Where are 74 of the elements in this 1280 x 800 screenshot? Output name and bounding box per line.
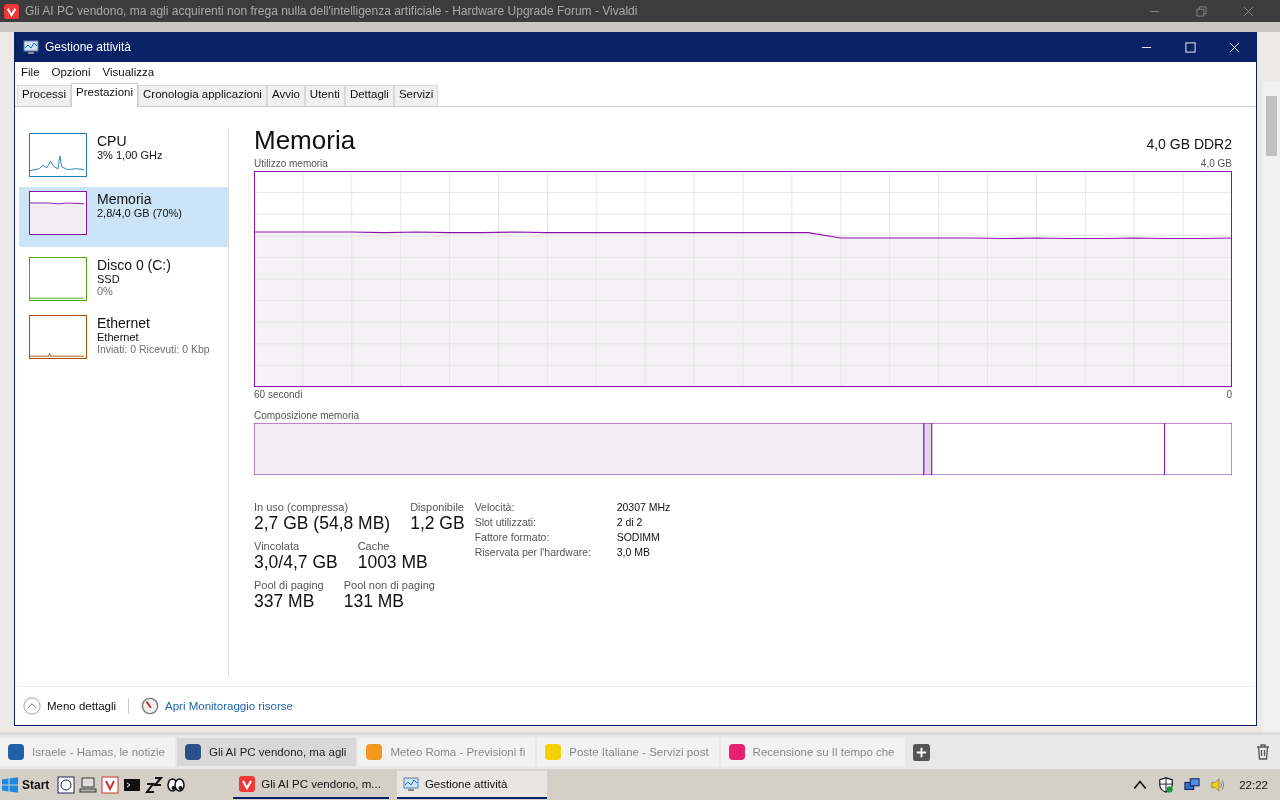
- resource-detail: Ethernet: [97, 331, 140, 343]
- stat-value: 2,7 GB (54,8 MB): [254, 513, 391, 534]
- resource-detail: Inviati: 0 Ricevuti: 0 Kbp: [97, 343, 210, 355]
- resource-name: CPU: [97, 133, 128, 149]
- stat-value: 3,0/4,7 GB: [254, 552, 338, 573]
- browser-logo-icon: [239, 775, 256, 792]
- stat-value: 131 MB: [343, 591, 406, 612]
- resource-monitor-link[interactable]: Apri Monitoraggio risorse: [165, 700, 293, 712]
- detail-label: Riservata per l'hardware:: [474, 546, 593, 558]
- stat-label: Disponibile: [410, 501, 465, 513]
- axis-label: 60 secondi: [254, 389, 303, 400]
- detail-label: Fattore formato:: [474, 531, 551, 543]
- resource-detail: 3% 1,00 GHz: [97, 149, 163, 161]
- browser-icon[interactable]: [101, 775, 120, 794]
- monitor-icon: [402, 775, 419, 792]
- detail-value: 3,0 MB: [616, 546, 651, 558]
- computer-icon[interactable]: [79, 775, 98, 794]
- memory-spec: 4,0 GB DDR2: [1146, 136, 1232, 154]
- stat-label: Pool non di paging: [343, 579, 435, 591]
- detail-label: Slot utilizzati:: [474, 516, 537, 528]
- resource-item[interactable]: Ethernet Ethernet Inviati: 0 Ricevuti: 0 Kbp: [19, 311, 228, 363]
- resource-item[interactable]: Memoria 2,8/4,0 GB (70%): [19, 187, 228, 247]
- browser-logo-icon: [4, 3, 19, 19]
- resource-detail: 0%: [97, 285, 114, 297]
- stat-label: In uso (compressa): [254, 501, 350, 513]
- shield-icon[interactable]: [1158, 776, 1175, 793]
- menu-item[interactable]: File: [21, 66, 40, 78]
- detail-value: SODIMM: [616, 531, 661, 543]
- tab[interactable]: Processi: [17, 85, 72, 106]
- sleep-icon[interactable]: [145, 775, 164, 794]
- detail-value: 20307 MHz: [616, 501, 671, 513]
- stat-label: Vincolata: [254, 540, 301, 552]
- browser-title: Gli AI PC vendono, ma agli acquirenti non frega nulla dell'intelligenza artificiale - Hardware Upgrade Forum - Vivaldi: [25, 4, 638, 18]
- tab[interactable]: Prestazioni: [71, 83, 138, 107]
- fewer-details-button[interactable]: Meno dettagli: [47, 700, 117, 712]
- menu-item[interactable]: Opzioni: [51, 66, 91, 78]
- taskbar-button[interactable]: Gestione attività: [396, 770, 547, 799]
- resource-name: Ethernet: [97, 315, 151, 331]
- resource-name: Memoria: [97, 191, 153, 207]
- tab[interactable]: Servizi: [393, 85, 439, 106]
- resource-name: Disco 0 (C:): [97, 257, 171, 273]
- panel-title: Memoria: [254, 125, 356, 156]
- resource-item[interactable]: Disco 0 (C:) SSD 0%: [19, 253, 228, 305]
- monitor-icon: [23, 39, 39, 55]
- eyes-icon[interactable]: [167, 775, 186, 794]
- stat-value: 337 MB: [254, 591, 316, 612]
- tab[interactable]: Cronologia applicazioni: [138, 85, 267, 106]
- trash-icon[interactable]: [1256, 744, 1270, 760]
- tab[interactable]: Dettagli: [344, 85, 394, 106]
- clock[interactable]: 22:22: [1239, 778, 1268, 791]
- graph-max-label: 4,0 GB: [1200, 158, 1232, 169]
- composition-label: Composizione memoria: [254, 410, 360, 421]
- stat-value: 1003 MB: [357, 552, 428, 573]
- menu-item[interactable]: Visualizza: [102, 66, 155, 78]
- resource-item[interactable]: CPU 3% 1,00 GHz: [19, 129, 228, 181]
- window-title: Gestione attività: [45, 40, 132, 54]
- new-tab-icon[interactable]: [912, 743, 930, 761]
- browser-tab[interactable]: Gli AI PC vendono, ma agli: [176, 738, 357, 766]
- graph-label: Utilizzo memoria: [254, 158, 328, 169]
- network-icon[interactable]: [1184, 776, 1201, 793]
- scrollbar[interactable]: [1263, 82, 1280, 732]
- resource-detail: SSD: [97, 273, 121, 285]
- stat-value: 1,2 GB: [410, 513, 465, 534]
- start-button[interactable]: Start: [22, 777, 50, 792]
- detail-value: 2 di 2: [616, 516, 644, 528]
- stat-label: Cache: [357, 540, 391, 552]
- tab[interactable]: Avvio: [266, 85, 305, 106]
- maximize-icon[interactable]: [1185, 41, 1196, 53]
- resource-detail: 2,8/4,0 GB (70%): [97, 207, 182, 219]
- axis-label: 0: [1226, 389, 1232, 400]
- gauge-icon: [141, 697, 160, 715]
- tab[interactable]: Utenti: [304, 85, 345, 106]
- detail-label: Velocità:: [474, 501, 516, 513]
- stat-label: Pool di paging: [254, 579, 324, 591]
